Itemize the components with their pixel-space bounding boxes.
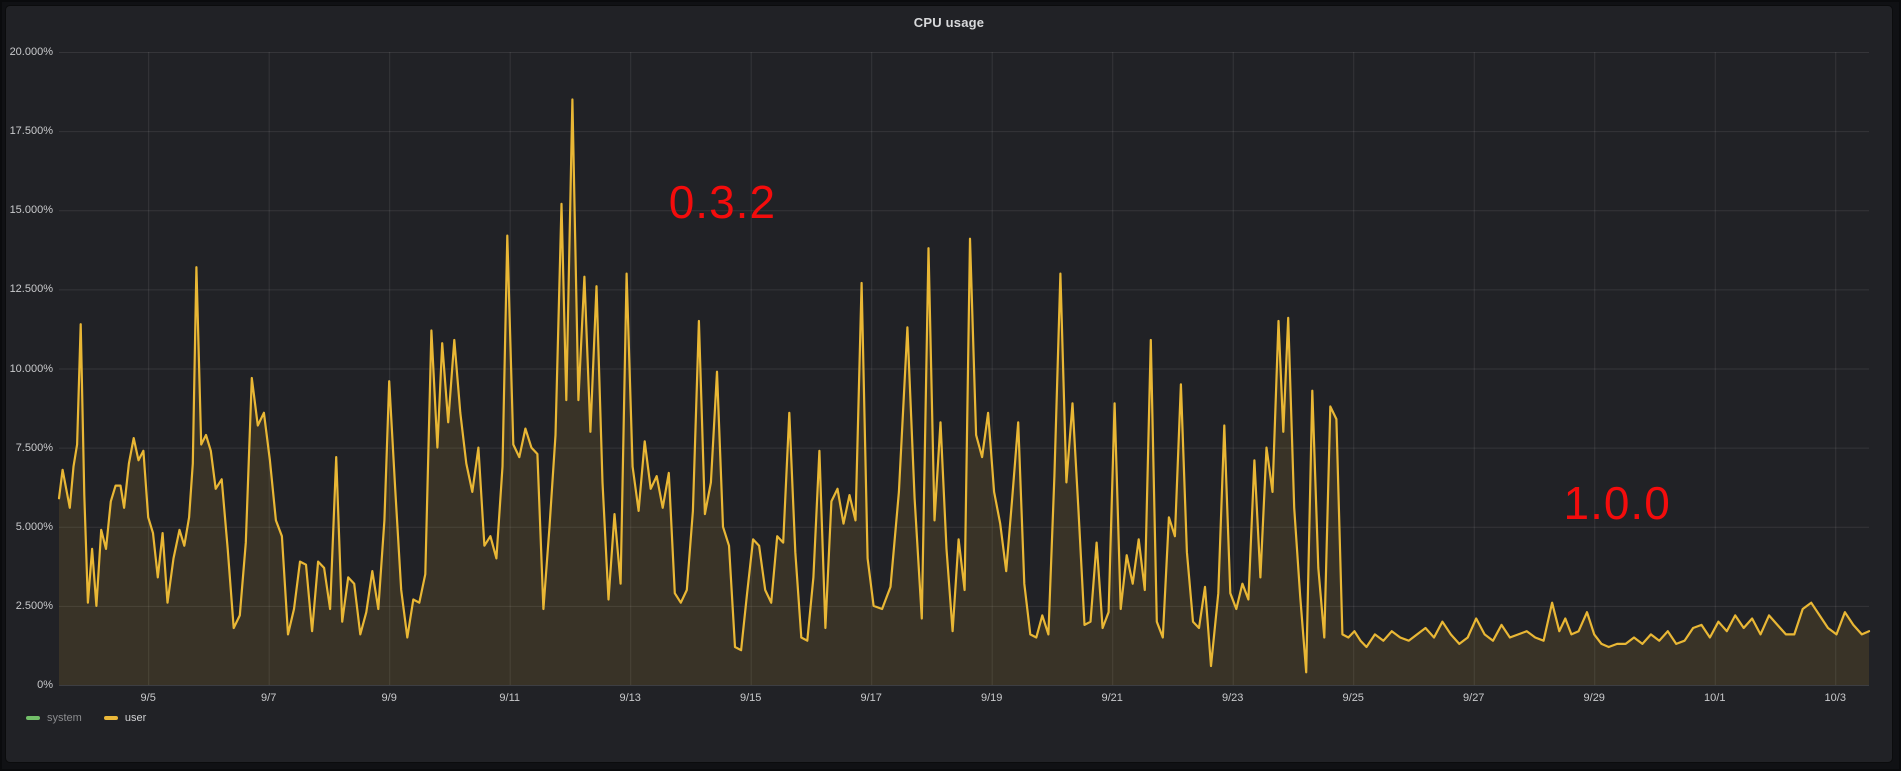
y-axis-tick-label: 2.500%: [0, 599, 53, 613]
version-annotation: 1.0.0: [1563, 480, 1670, 526]
legend-item-label: user: [125, 712, 146, 724]
y-axis-tick-label: 15.000%: [0, 203, 53, 217]
screenshot-root: CPU usage 0%2.500%5.000%7.500%10.000%12.…: [0, 0, 1901, 771]
y-axis-tick-label: 20.000%: [0, 45, 53, 59]
x-axis-tick-label: 9/15: [721, 691, 781, 705]
x-axis-tick-label: 9/27: [1444, 691, 1504, 705]
user-series-line: [59, 100, 1869, 673]
y-axis-tick-label: 5.000%: [0, 520, 53, 534]
y-axis-tick-label: 0%: [0, 678, 53, 692]
version-annotation: 0.3.2: [669, 179, 776, 225]
x-axis-tick-label: 9/9: [359, 691, 419, 705]
y-axis-tick-label: 7.500%: [0, 441, 53, 455]
x-axis-tick-label: 9/5: [118, 691, 178, 705]
y-axis-tick-label: 17.500%: [0, 124, 53, 138]
chart-svg: [0, 0, 1901, 771]
chart-legend: system user: [26, 712, 146, 724]
x-axis-tick-label: 9/17: [841, 691, 901, 705]
legend-item-label: system: [47, 712, 82, 724]
x-axis-tick-label: 9/13: [600, 691, 660, 705]
x-axis-tick-label: 9/21: [1082, 691, 1142, 705]
x-axis-tick-label: 10/1: [1685, 691, 1745, 705]
x-axis-tick-label: 9/19: [962, 691, 1022, 705]
chart-plot-area[interactable]: 0% 2.500% 5.000% 7.500% 10.000% 12.500% 15.000…: [0, 0, 1901, 771]
legend-item-system[interactable]: system: [26, 712, 82, 724]
x-axis-tick-label: 9/7: [239, 691, 299, 705]
x-axis-tick-label: 9/23: [1203, 691, 1263, 705]
series-color-swatch-icon: [104, 716, 118, 720]
y-axis-tick-label: 10.000%: [0, 362, 53, 376]
x-axis-tick-label: 9/11: [480, 691, 540, 705]
y-axis-tick-label: 12.500%: [0, 282, 53, 296]
x-axis-tick-label: 10/3: [1805, 691, 1865, 705]
series-color-swatch-icon: [26, 716, 40, 720]
x-axis-tick-label: 9/25: [1323, 691, 1383, 705]
legend-item-user[interactable]: user: [104, 712, 146, 724]
x-axis-tick-label: 9/29: [1564, 691, 1624, 705]
